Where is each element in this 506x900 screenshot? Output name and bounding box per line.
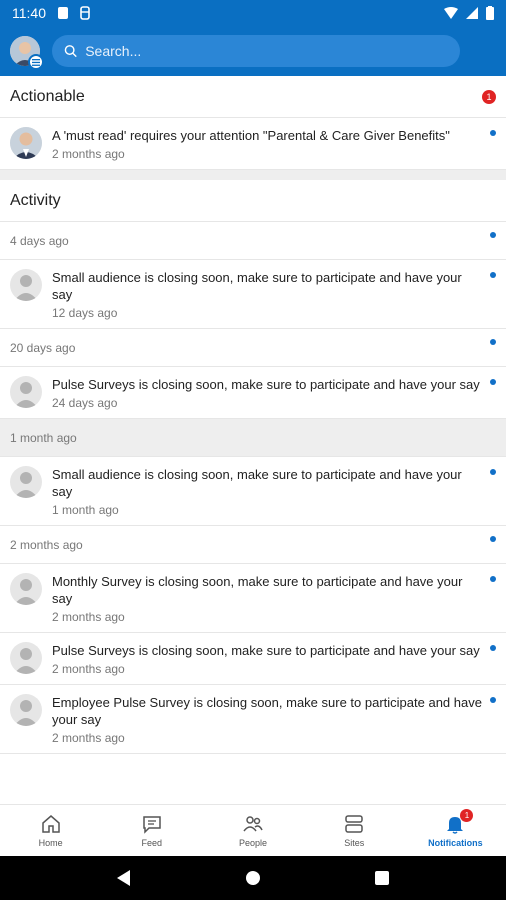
nav-item-home[interactable]: Home	[0, 805, 101, 856]
home-icon	[41, 815, 60, 833]
unread-indicator	[490, 697, 496, 703]
nav-label: Feed	[141, 838, 163, 848]
notification-time: 1 month ago	[52, 503, 119, 517]
nav-badge: 1	[460, 809, 474, 822]
notification-title: Small audience is closing soon, make sur…	[52, 270, 462, 302]
notification-time: 24 days ago	[52, 396, 118, 410]
unread-indicator	[490, 339, 496, 345]
wifi-icon	[444, 7, 458, 19]
battery-icon	[486, 6, 494, 20]
status-bar: 11:40	[0, 0, 506, 26]
unread-indicator	[490, 536, 496, 542]
notification-item[interactable]: Pulse Surveys is closing soon, make sure…	[0, 633, 506, 685]
system-navigation-bar	[0, 856, 506, 900]
nav-item-notifications[interactable]: Notifications 1	[405, 805, 506, 856]
notification-time: 2 months ago	[52, 147, 125, 161]
notification-time: 12 days ago	[52, 306, 118, 320]
status-time: 11:40	[12, 5, 46, 21]
avatar	[10, 127, 42, 159]
unread-indicator	[490, 379, 496, 385]
unread-indicator	[490, 469, 496, 475]
notification-item[interactable]: Employee Pulse Survey is closing soon, m…	[0, 685, 506, 754]
date-group-label: 1 month ago	[10, 430, 77, 445]
notification-item[interactable]: Pulse Surveys is closing soon, make sure…	[0, 367, 506, 419]
avatar-placeholder-icon	[10, 694, 42, 726]
bottom-navigation: Home Feed People Sites Notifications 1	[0, 804, 506, 856]
notification-title: Pulse Surveys is closing soon, make sure…	[52, 377, 480, 392]
sim-card-icon	[58, 7, 68, 19]
date-group-label: 20 days ago	[10, 340, 76, 355]
notifications-list[interactable]: Actionable 1 A 'must read' requires your…	[0, 76, 506, 804]
notification-time: 2 months ago	[52, 610, 125, 624]
nav-label: Notifications	[428, 838, 483, 848]
unread-indicator	[490, 645, 496, 651]
signal-icon	[466, 7, 478, 19]
nav-label: Home	[38, 838, 63, 848]
home-circle-icon[interactable]	[245, 870, 261, 886]
unread-indicator	[490, 576, 496, 582]
avatar-placeholder-icon	[10, 269, 42, 301]
date-group-header: 2 months ago	[0, 526, 506, 564]
notification-title: Employee Pulse Survey is closing soon, m…	[52, 695, 482, 727]
unread-indicator	[490, 232, 496, 238]
date-group-label: 4 days ago	[10, 233, 69, 248]
notification-item[interactable]: Monthly Survey is closing soon, make sur…	[0, 564, 506, 633]
notification-item[interactable]: Small audience is closing soon, make sur…	[0, 457, 506, 526]
menu-icon	[28, 54, 44, 70]
app-bar	[0, 26, 506, 76]
unread-indicator	[490, 130, 496, 136]
search-input[interactable]	[85, 43, 448, 59]
people-icon	[243, 816, 263, 832]
avatar-placeholder-icon	[10, 642, 42, 674]
actionable-count-badge: 1	[482, 90, 496, 104]
activity-header: Activity	[0, 180, 506, 222]
date-group-label: 2 months ago	[10, 537, 83, 552]
nav-item-people[interactable]: People	[202, 805, 303, 856]
feed-icon	[143, 816, 161, 834]
avatar-placeholder-icon	[10, 466, 42, 498]
notification-item[interactable]: Small audience is closing soon, make sur…	[0, 260, 506, 329]
activity-title: Activity	[10, 191, 61, 209]
notification-time: 2 months ago	[52, 662, 125, 676]
sites-icon	[345, 815, 363, 833]
avatar-placeholder-icon	[10, 573, 42, 605]
back-icon[interactable]	[117, 870, 131, 886]
unread-indicator	[490, 272, 496, 278]
actionable-title: Actionable	[10, 87, 85, 105]
section-divider	[0, 170, 506, 180]
data-saver-icon	[80, 6, 90, 20]
notification-time: 2 months ago	[52, 731, 125, 745]
avatar-placeholder-icon	[10, 376, 42, 408]
date-group-header: 1 month ago	[0, 419, 506, 457]
nav-item-sites[interactable]: Sites	[304, 805, 405, 856]
profile-avatar-button[interactable]	[10, 36, 44, 70]
notification-item[interactable]: A 'must read' requires your attention "P…	[0, 118, 506, 170]
nav-label: Sites	[344, 838, 365, 848]
notification-title: Pulse Surveys is closing soon, make sure…	[52, 643, 480, 658]
date-group-header: 4 days ago	[0, 222, 506, 260]
nav-label: People	[238, 838, 268, 848]
date-group-header: 20 days ago	[0, 329, 506, 367]
notification-title: A 'must read' requires your attention "P…	[52, 128, 450, 143]
notification-title: Monthly Survey is closing soon, make sur…	[52, 574, 463, 606]
actionable-header: Actionable 1	[0, 76, 506, 118]
notification-title: Small audience is closing soon, make sur…	[52, 467, 462, 499]
search-icon	[64, 45, 77, 58]
nav-item-feed[interactable]: Feed	[101, 805, 202, 856]
search-bar[interactable]	[52, 35, 460, 67]
recents-icon[interactable]	[375, 871, 389, 885]
